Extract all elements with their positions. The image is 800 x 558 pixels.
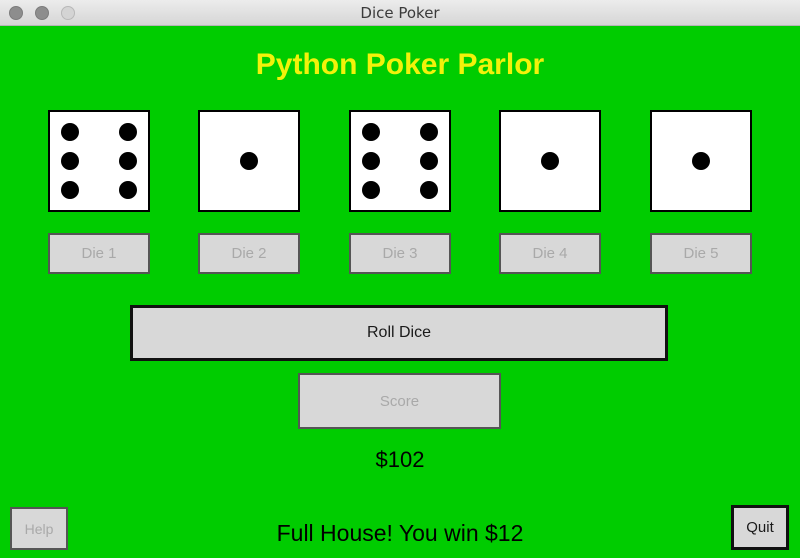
die-2-face [198,110,300,212]
pip [61,181,79,199]
pip [119,152,137,170]
window-titlebar: Dice Poker [0,0,800,26]
die-4-button[interactable]: Die 4 [499,233,601,274]
pip [420,152,438,170]
pip [362,123,380,141]
pip [119,181,137,199]
window-title: Dice Poker [360,4,440,22]
pip [61,152,79,170]
pip [420,123,438,141]
die-1-button[interactable]: Die 1 [48,233,150,274]
roll-dice-button[interactable]: Roll Dice [130,305,668,361]
money-display: $102 [375,447,425,472]
die-1-face [48,110,150,212]
die-3-face [349,110,451,212]
pip [420,181,438,199]
die-3-button[interactable]: Die 3 [349,233,451,274]
die-5-face [650,110,752,212]
pip [240,152,258,170]
die-4-face [499,110,601,212]
quit-button[interactable]: Quit [731,505,789,550]
pip [362,152,380,170]
pip [541,152,559,170]
die-5-button[interactable]: Die 5 [650,233,752,274]
score-button[interactable]: Score [298,373,501,429]
pip [362,181,380,199]
die-2-button[interactable]: Die 2 [198,233,300,274]
pip [61,123,79,141]
pip [692,152,710,170]
status-message: Full House! You win $12 [276,520,524,546]
game-canvas: Python Poker Parlor Die 1 Die 2 Die 3 Di… [0,26,800,558]
page-title: Python Poker Parlor [255,48,545,81]
pip [119,123,137,141]
